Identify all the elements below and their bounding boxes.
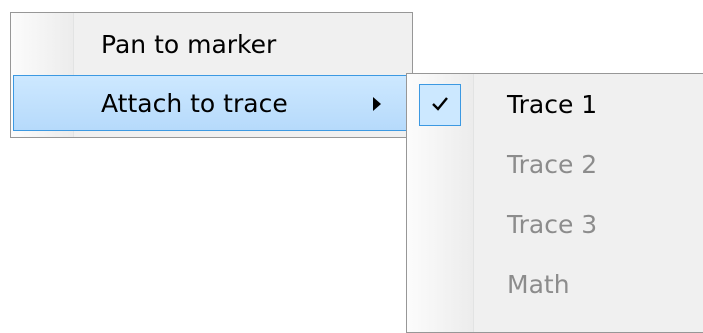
submenu-item-label: Trace 3 — [507, 210, 598, 239]
submenu-item-trace-1[interactable]: Trace 1 — [409, 76, 703, 134]
context-menu: Pan to marker Attach to trace — [10, 12, 413, 138]
submenu-item-label: Trace 1 — [507, 90, 598, 119]
menu-item-pan-to-marker[interactable]: Pan to marker — [13, 17, 410, 73]
submenu-item-trace-2[interactable]: Trace 2 — [409, 136, 703, 194]
submenu-item-math[interactable]: Math — [409, 256, 703, 314]
triangle-right-icon — [373, 97, 381, 111]
submenu-item-trace-3[interactable]: Trace 3 — [409, 196, 703, 254]
menu-item-attach-to-trace[interactable]: Attach to trace — [13, 75, 410, 131]
menu-item-label: Attach to trace — [101, 89, 288, 118]
attach-to-trace-submenu: Trace 1 Trace 2 Trace 3 Math — [406, 73, 703, 333]
submenu-item-label: Math — [507, 270, 570, 299]
menu-item-label: Pan to marker — [101, 30, 277, 59]
check-icon — [419, 84, 461, 126]
submenu-item-label: Trace 2 — [507, 150, 598, 179]
